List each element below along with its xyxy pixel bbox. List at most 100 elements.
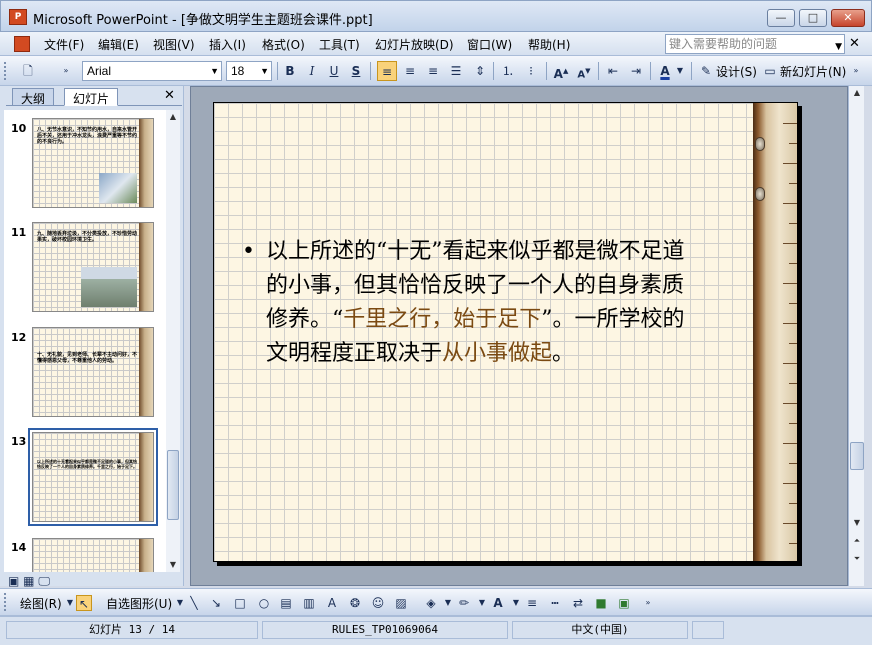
arrow-style-icon[interactable]: ⇄ xyxy=(570,595,586,611)
textbox-icon[interactable]: ▤ xyxy=(278,595,294,611)
scroll-thumb[interactable] xyxy=(850,442,864,470)
powerpoint-app-icon[interactable]: P xyxy=(9,9,27,25)
line-spacing-icon[interactable]: ⇕ xyxy=(470,61,490,81)
increase-indent-icon[interactable]: ⇥ xyxy=(626,61,646,81)
slide-thumbnail-11[interactable]: 九、随地丢弃垃圾，不分类投放，不珍惜劳动果实，破坏校园环境卫生。 xyxy=(32,222,154,312)
font-name-select[interactable]: Arial ▼ xyxy=(82,61,222,81)
scroll-down-icon[interactable]: ▼ xyxy=(850,516,864,530)
autoshapes-button[interactable]: 自选图形(U) xyxy=(106,595,172,612)
line-style-icon[interactable]: ≡ xyxy=(524,595,540,611)
help-search-input[interactable]: 键入需要帮助的问题 ▼ xyxy=(665,34,845,54)
document-icon[interactable] xyxy=(14,36,30,52)
align-left-icon[interactable]: ≡ xyxy=(377,61,397,81)
3d-style-icon[interactable]: ▣ xyxy=(616,595,632,611)
slide-number: 13 xyxy=(11,435,27,448)
slide-thumbnail-10[interactable]: 八、无节水意识，不知节约用水，自来水管开后不关，还用于冲水龙头，浪费严重等不节约… xyxy=(32,118,154,208)
scroll-thumb[interactable] xyxy=(167,450,179,520)
new-slide-button[interactable]: 新幻灯片(N) xyxy=(780,63,846,80)
menu-file[interactable]: 文件(F) xyxy=(44,36,84,53)
thumbnails-scrollbar[interactable]: ▲ ▼ xyxy=(166,110,180,572)
toolbar-options-icon[interactable]: » xyxy=(60,61,72,81)
ruler-tick xyxy=(783,203,797,204)
design-button[interactable]: 设计(S) xyxy=(716,63,757,80)
menu-help[interactable]: 帮助(H) xyxy=(528,36,570,53)
current-slide[interactable]: • 以上所述的“十无”看起来似乎都是微不足道的小事，但其恰恰反映了一个人的自身素… xyxy=(213,102,798,562)
chevron-down-icon[interactable]: ▼ xyxy=(835,38,842,56)
select-pointer-icon[interactable]: ↖ xyxy=(76,595,92,611)
slide-thumbnail-14[interactable] xyxy=(32,538,154,572)
align-center-icon[interactable]: ≡ xyxy=(400,61,420,81)
scroll-up-icon[interactable]: ▲ xyxy=(166,110,180,124)
slide-editing-area: • 以上所述的“十无”看起来似乎都是微不足道的小事，但其恰恰反映了一个人的自身素… xyxy=(190,86,848,586)
arrow-icon[interactable]: ↘ xyxy=(208,595,224,611)
fill-color-icon[interactable]: ◈ xyxy=(423,595,439,611)
toolbar-grip[interactable] xyxy=(4,62,7,80)
shadow-style-icon[interactable]: ■ xyxy=(593,595,609,611)
bullet-list-icon[interactable]: ⁝ xyxy=(521,61,541,81)
slide-thumbnail-13[interactable]: 以上所述的十无看起来似乎都是微不足道的小事，但其恰恰反映了一个人的自身素质修养。… xyxy=(28,428,158,526)
line-color-icon[interactable]: ✏ xyxy=(456,595,472,611)
clipart-icon[interactable]: ☺ xyxy=(370,595,386,611)
maximize-button[interactable]: □ xyxy=(799,9,827,27)
document-close-button[interactable]: ✕ xyxy=(849,36,860,51)
normal-view-icon[interactable]: ▣ xyxy=(8,574,19,588)
toolbar-grip[interactable] xyxy=(4,593,7,611)
design-icon[interactable]: ✎ xyxy=(696,61,716,81)
font-size-select[interactable]: 18 ▼ xyxy=(226,61,272,81)
draw-menu-button[interactable]: 绘图(R) xyxy=(20,595,62,612)
toolbar-options-icon[interactable]: » xyxy=(640,595,656,611)
vertical-textbox-icon[interactable]: ▥ xyxy=(301,595,317,611)
menu-view[interactable]: 视图(V) xyxy=(153,36,195,53)
bold-button[interactable]: B xyxy=(280,61,300,81)
tab-slides[interactable]: 幻灯片 xyxy=(64,88,119,106)
wordart-icon[interactable]: A xyxy=(324,595,340,611)
chevron-down-icon[interactable]: ▼ xyxy=(674,61,686,81)
menu-tools[interactable]: 工具(T) xyxy=(319,36,360,53)
tab-outline[interactable]: 大纲 xyxy=(12,88,55,106)
align-right-icon[interactable]: ≡ xyxy=(423,61,443,81)
font-color-icon[interactable]: A xyxy=(490,595,506,611)
panel-close-icon[interactable]: ✕ xyxy=(164,88,175,103)
highlighted-text: 从小事做起 xyxy=(442,341,553,366)
italic-button[interactable]: I xyxy=(302,61,322,81)
new-document-icon[interactable]: 🗋 xyxy=(18,61,38,81)
chevron-down-icon[interactable]: ▼ xyxy=(474,595,490,611)
oval-icon[interactable]: ○ xyxy=(256,595,272,611)
line-icon[interactable]: ╲ xyxy=(186,595,202,611)
previous-slide-icon[interactable]: ⏶ xyxy=(850,534,864,548)
dash-style-icon[interactable]: ┅ xyxy=(547,595,563,611)
chevron-down-icon[interactable]: ▼ xyxy=(260,62,269,80)
status-spare-cell xyxy=(692,621,724,639)
menu-slideshow[interactable]: 幻灯片放映(D) xyxy=(375,36,454,53)
shadow-button[interactable]: S xyxy=(346,61,366,81)
slide-thumbnail-12[interactable]: 十、无礼貌，见到老师、长辈不主动问好，不懂得感恩父母，不尊重他人的劳动。 xyxy=(32,327,154,417)
minimize-button[interactable]: — xyxy=(767,9,795,27)
menu-format[interactable]: 格式(O) xyxy=(262,36,305,53)
slide-sorter-view-icon[interactable]: ▦ xyxy=(23,574,34,588)
rectangle-icon[interactable]: □ xyxy=(232,595,248,611)
toolbar-options-icon[interactable]: » xyxy=(850,61,862,81)
close-button[interactable]: ✕ xyxy=(831,9,865,27)
scroll-up-icon[interactable]: ▲ xyxy=(850,86,864,100)
menu-edit[interactable]: 编辑(E) xyxy=(98,36,139,53)
picture-icon[interactable]: ▨ xyxy=(393,595,409,611)
next-slide-icon[interactable]: ⏷ xyxy=(850,552,864,566)
window-title: Microsoft PowerPoint - [争做文明学生主题班会课件.ppt… xyxy=(33,13,373,28)
decrease-font-size-icon[interactable]: A▼ xyxy=(574,61,594,81)
scroll-down-icon[interactable]: ▼ xyxy=(166,558,180,572)
chevron-down-icon[interactable]: ▼ xyxy=(210,62,219,80)
diagram-icon[interactable]: ❂ xyxy=(347,595,363,611)
new-slide-icon[interactable]: ▭ xyxy=(760,61,780,81)
slide-scrollbar[interactable]: ▲ ▼ ⏶ ⏷ xyxy=(848,86,864,586)
underline-button[interactable]: U xyxy=(324,61,344,81)
menu-insert[interactable]: 插入(I) xyxy=(209,36,246,53)
numbered-list-icon[interactable]: ⒈ xyxy=(498,61,518,81)
chevron-down-icon[interactable]: ▼ xyxy=(508,595,524,611)
increase-font-size-icon[interactable]: A▲ xyxy=(551,61,571,81)
slideshow-view-icon[interactable]: 🖵 xyxy=(38,574,50,588)
font-color-icon[interactable]: A xyxy=(655,61,675,81)
decrease-indent-icon[interactable]: ⇤ xyxy=(603,61,623,81)
menu-window[interactable]: 窗口(W) xyxy=(467,36,512,53)
justify-icon[interactable]: ☰ xyxy=(446,61,466,81)
chevron-down-icon[interactable]: ▼ xyxy=(440,595,456,611)
